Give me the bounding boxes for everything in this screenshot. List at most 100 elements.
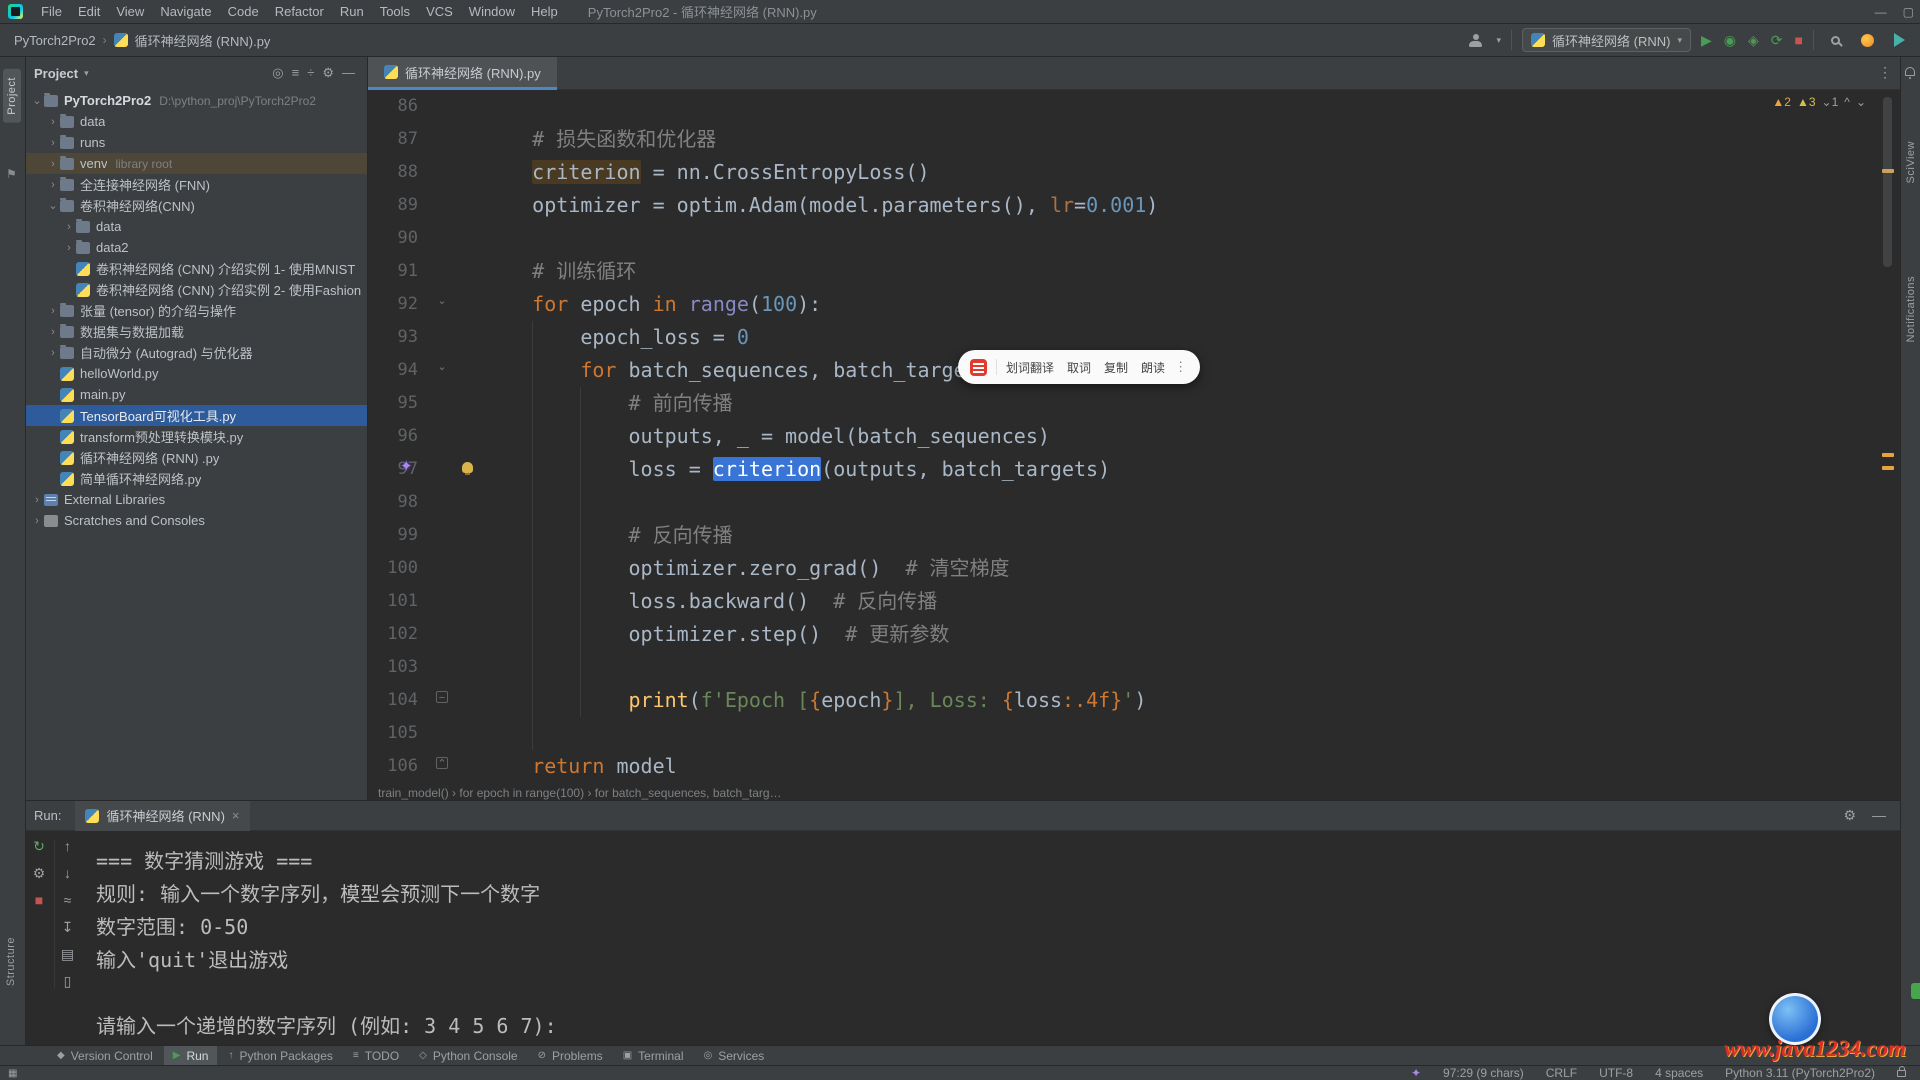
stripe-mark[interactable] — [1882, 169, 1894, 173]
tree-item[interactable]: main.py — [26, 384, 367, 405]
tree-item[interactable]: ›自动微分 (Autograd) 与优化器 — [26, 342, 367, 363]
kebab-menu-icon[interactable]: ⋮ — [1174, 359, 1187, 375]
status-item[interactable]: 97:29 (9 chars) — [1443, 1066, 1524, 1080]
code-line[interactable]: 89 optimizer = optim.Adam(model.paramete… — [368, 189, 1900, 222]
code-line[interactable]: 90 — [368, 222, 1900, 255]
stripe-mark[interactable] — [1882, 466, 1894, 470]
ai-sparkle-icon[interactable]: ✦ — [400, 457, 413, 475]
tool-stripe-sciview[interactable]: SciView — [1905, 141, 1917, 183]
up-stack-icon[interactable]: ↑ — [64, 839, 71, 853]
tree-item[interactable]: ⌄PyTorch2Pro2D:\python_proj\PyTorch2Pro2 — [26, 90, 367, 111]
tree-item[interactable]: ›data2 — [26, 237, 367, 258]
tree-item[interactable]: ›张量 (tensor) 的介绍与操作 — [26, 300, 367, 321]
soft-wrap-icon[interactable]: ≈ — [64, 893, 72, 907]
tool-stripe-structure[interactable]: Structure — [5, 937, 17, 986]
tool-window-button-problems[interactable]: ⊘Problems — [529, 1046, 612, 1066]
minimize-button[interactable]: — — [1875, 5, 1887, 19]
tree-item[interactable]: ›data — [26, 216, 367, 237]
breadcrumb-project[interactable]: PyTorch2Pro2 — [14, 33, 96, 48]
search-everywhere-icon[interactable] — [1824, 29, 1846, 51]
tool-window-button-todo[interactable]: ≡TODO — [344, 1046, 408, 1066]
tree-item[interactable]: 卷积神经网络 (CNN) 介绍实例 1- 使用MNIST — [26, 258, 367, 279]
menu-file[interactable]: File — [33, 4, 70, 19]
lock-icon[interactable] — [1897, 1070, 1906, 1077]
code-line[interactable]: 104− print(f'Epoch [{epoch}], Loss: {los… — [368, 684, 1900, 717]
tool-window-button-python-console[interactable]: ◇Python Console — [410, 1046, 526, 1066]
code-line[interactable]: 91 # 训练循环 — [368, 255, 1900, 288]
menu-view[interactable]: View — [108, 4, 152, 19]
chevron-down-icon[interactable]: ▾ — [84, 68, 89, 79]
tool-window-button-python-packages[interactable]: ↑Python Packages — [219, 1046, 341, 1066]
intention-bulb-icon[interactable] — [462, 462, 473, 473]
tree-item[interactable]: ›runs — [26, 132, 367, 153]
fold-icon[interactable]: ⌄ — [436, 361, 448, 373]
code-line[interactable]: 102 optimizer.step() # 更新参数 — [368, 618, 1900, 651]
menu-help[interactable]: Help — [523, 4, 566, 19]
chevron-right-icon[interactable]: › — [62, 221, 76, 233]
run-configuration-select[interactable]: 循环神经网络 (RNN) ▾ — [1522, 28, 1691, 52]
tool-window-button-services[interactable]: ◎Services — [695, 1046, 774, 1066]
chevron-right-icon[interactable]: › — [46, 305, 60, 317]
ai-assistant-icon[interactable]: ✦ — [1411, 1066, 1421, 1080]
code-line[interactable]: 95 # 前向传播 — [368, 387, 1900, 420]
code-line[interactable]: 106⌃ return model — [368, 750, 1900, 783]
code-line[interactable]: 88 criterion = nn.CrossEntropyLoss() — [368, 156, 1900, 189]
profiler-button[interactable]: ⟳ — [1771, 33, 1783, 47]
stop-button[interactable]: ■ — [35, 893, 43, 907]
fold-icon[interactable]: − — [436, 691, 448, 703]
stripe-mark[interactable] — [1882, 453, 1894, 457]
tool-window-button-run[interactable]: ▶Run — [164, 1046, 218, 1066]
settings-icon[interactable]: ⚙ — [318, 65, 338, 81]
code-line[interactable]: 101 loss.backward() # 反向传播 — [368, 585, 1900, 618]
menu-vcs[interactable]: VCS — [418, 4, 461, 19]
editor-breadcrumbs[interactable]: train_model() › for epoch in range(100) … — [368, 786, 1900, 800]
code-line[interactable]: 92⌄ for epoch in range(100): — [368, 288, 1900, 321]
chevron-right-icon[interactable]: › — [46, 116, 60, 128]
locate-icon[interactable]: ◎ — [268, 65, 287, 81]
popup-item[interactable]: 复制 — [1104, 359, 1128, 376]
edge-widget[interactable] — [1911, 983, 1920, 999]
code-line[interactable]: 99 # 反向传播 — [368, 519, 1900, 552]
code-line[interactable]: 100 optimizer.zero_grad() # 清空梯度 — [368, 552, 1900, 585]
chevron-right-icon[interactable]: › — [46, 326, 60, 338]
project-panel-title[interactable]: Project — [34, 66, 78, 81]
run-settings-icon[interactable]: ⚙ — [33, 866, 46, 880]
menu-tools[interactable]: Tools — [372, 4, 418, 19]
clear-icon[interactable]: ▯ — [64, 974, 72, 988]
tool-window-toggle-icon[interactable]: ▦ — [8, 1068, 17, 1079]
menu-run[interactable]: Run — [332, 4, 372, 19]
tool-stripe-project[interactable]: Project — [3, 69, 21, 123]
close-icon[interactable]: × — [232, 808, 240, 823]
maximize-button[interactable]: ▢ — [1903, 5, 1914, 19]
coverage-button[interactable]: ◈ — [1748, 33, 1759, 47]
tree-item[interactable]: ›data — [26, 111, 367, 132]
code-line[interactable]: 86 — [368, 90, 1900, 123]
chevron-right-icon[interactable]: › — [46, 137, 60, 149]
fold-icon[interactable]: ⌄ — [436, 295, 448, 307]
run-button[interactable]: ▶ — [1701, 33, 1712, 47]
chevron-right-icon[interactable]: › — [46, 179, 60, 191]
tool-window-button-version-control[interactable]: ◆Version Control — [48, 1046, 162, 1066]
tree-item[interactable]: ›External Libraries — [26, 489, 367, 510]
gear-icon[interactable]: ⚙ — [1843, 807, 1856, 824]
scroll-to-end-icon[interactable]: ↧ — [62, 920, 74, 934]
down-stack-icon[interactable]: ↓ — [64, 866, 71, 880]
collapse-all-icon[interactable]: ≡ — [288, 65, 304, 81]
menu-navigate[interactable]: Navigate — [152, 4, 219, 19]
tree-item[interactable]: ⌄卷积神经网络(CNN) — [26, 195, 367, 216]
tool-stripe-notifications[interactable]: Notifications — [1905, 276, 1917, 342]
chevron-right-icon[interactable]: › — [30, 515, 44, 527]
rerun-button[interactable]: ↻ — [33, 839, 45, 853]
popup-item[interactable]: 划词翻译 — [1006, 359, 1054, 376]
code-viewport[interactable]: 8687 # 损失函数和优化器88 criterion = nn.CrossEn… — [368, 57, 1900, 786]
tree-item[interactable]: 循环神经网络 (RNN) .py — [26, 447, 367, 468]
run-tab[interactable]: 循环神经网络 (RNN) × — [75, 801, 249, 831]
chevron-right-icon[interactable]: › — [46, 347, 60, 359]
bookmark-icon[interactable]: ⚑ — [6, 167, 17, 181]
menu-refactor[interactable]: Refactor — [267, 4, 332, 19]
plugin-orange-icon[interactable] — [1856, 29, 1878, 51]
expand-icon[interactable]: ÷ — [303, 65, 318, 81]
tool-window-button-terminal[interactable]: ▣Terminal — [614, 1046, 693, 1066]
print-icon[interactable]: ▤ — [61, 947, 74, 961]
editor-scrollbar[interactable] — [1883, 97, 1892, 267]
